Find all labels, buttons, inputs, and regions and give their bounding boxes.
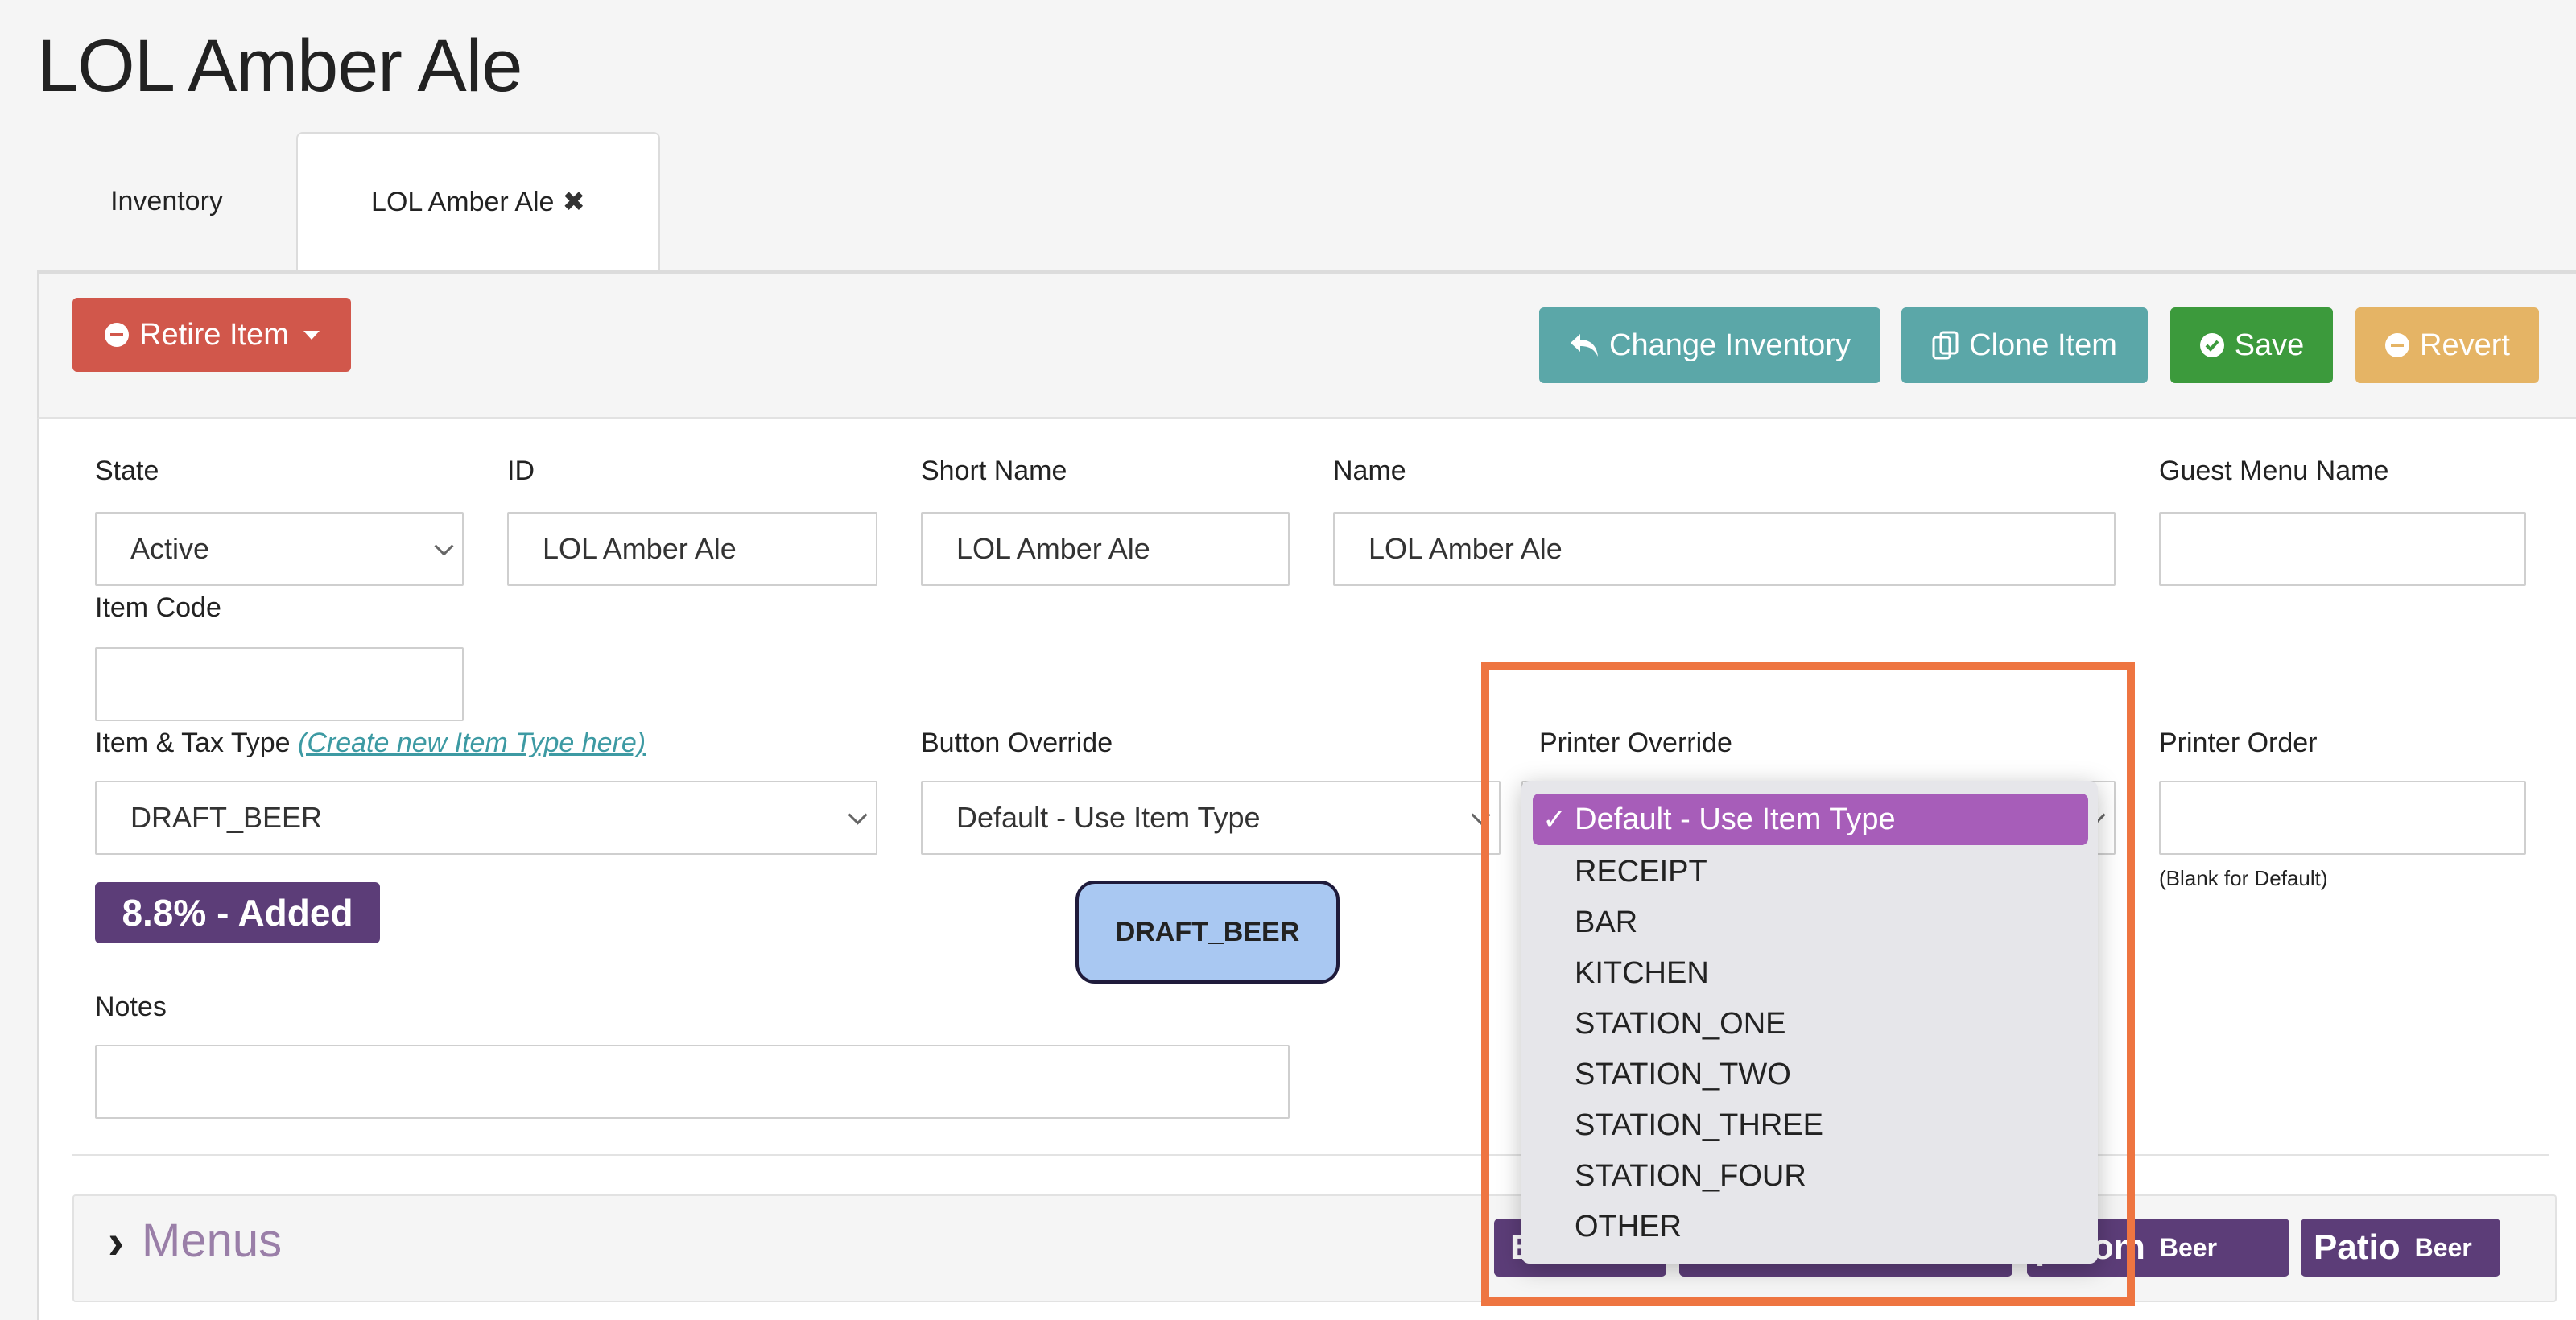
- item-tax-type-label-group: Item & Tax Type (Create new Item Type he…: [95, 728, 646, 759]
- state-select[interactable]: Active: [95, 512, 464, 586]
- minus-circle-icon: [2384, 332, 2410, 358]
- save-button[interactable]: Save: [2170, 307, 2333, 383]
- reply-arrow-icon: [1569, 332, 1600, 358]
- tab-item-detail-label: LOL Amber Ale: [371, 186, 555, 217]
- tab-inventory-label: Inventory: [110, 185, 223, 217]
- tax-badge: 8.8% - Added: [95, 882, 380, 943]
- revert-label: Revert: [2420, 328, 2510, 362]
- revert-button[interactable]: Revert: [2355, 307, 2539, 383]
- short-name-value: LOL Amber Ale: [956, 532, 1150, 565]
- item-code-label: Item Code: [95, 592, 221, 623]
- retire-item-label: Retire Item: [139, 317, 289, 352]
- minus-circle-icon: [104, 322, 130, 348]
- page-title: LOL Amber Ale: [37, 25, 522, 107]
- notes-field[interactable]: [95, 1045, 1290, 1119]
- retire-item-button[interactable]: Retire Item: [72, 298, 351, 372]
- printer-order-label: Printer Order: [2159, 728, 2318, 758]
- chevron-right-icon[interactable]: ›: [108, 1214, 124, 1269]
- clone-item-label: Clone Item: [1969, 328, 2117, 362]
- item-tax-type-label: Item & Tax Type: [95, 728, 291, 758]
- button-override-value: Default - Use Item Type: [956, 801, 1261, 834]
- button-preview: DRAFT_BEER: [1075, 881, 1340, 984]
- short-name-label: Short Name: [921, 456, 1067, 486]
- id-field[interactable]: LOL Amber Ale: [507, 512, 877, 586]
- tab-inventory[interactable]: Inventory: [37, 132, 296, 270]
- state-label: State: [95, 456, 159, 486]
- guest-menu-name-field[interactable]: [2159, 512, 2526, 586]
- button-override-label: Button Override: [921, 728, 1113, 758]
- annotation-highlight-box: [1481, 662, 2135, 1306]
- copy-icon: [1932, 331, 1959, 360]
- state-value: Active: [130, 532, 210, 565]
- menu-chip-type: Beer: [2159, 1232, 2218, 1262]
- name-field[interactable]: LOL Amber Ale: [1333, 512, 2116, 586]
- item-code-field[interactable]: [95, 647, 464, 721]
- close-icon[interactable]: ✖: [562, 186, 585, 218]
- item-tax-type-value: DRAFT_BEER: [130, 801, 323, 834]
- name-label: Name: [1333, 456, 1406, 486]
- id-value: LOL Amber Ale: [543, 532, 737, 565]
- tab-item-detail[interactable]: LOL Amber Ale ✖: [296, 132, 660, 270]
- menus-title[interactable]: Menus: [142, 1214, 282, 1268]
- button-override-select[interactable]: Default - Use Item Type: [921, 781, 1501, 855]
- section-divider: [72, 1154, 2549, 1156]
- menu-chip-name: Patio: [2314, 1227, 2401, 1267]
- change-inventory-button[interactable]: Change Inventory: [1539, 307, 1880, 383]
- printer-order-hint: (Blank for Default): [2159, 866, 2328, 890]
- create-item-type-link[interactable]: (Create new Item Type here): [298, 728, 646, 758]
- item-tax-type-select[interactable]: DRAFT_BEER: [95, 781, 877, 855]
- name-value: LOL Amber Ale: [1368, 532, 1563, 565]
- printer-order-field[interactable]: [2159, 781, 2526, 855]
- guest-menu-name-label: Guest Menu Name: [2159, 456, 2389, 486]
- save-label: Save: [2234, 328, 2305, 362]
- id-label: ID: [507, 456, 535, 486]
- short-name-field[interactable]: LOL Amber Ale: [921, 512, 1290, 586]
- chevron-down-icon: [303, 330, 320, 340]
- clone-item-button[interactable]: Clone Item: [1901, 307, 2148, 383]
- menu-chip-type: Beer: [2414, 1232, 2472, 1262]
- menu-chip[interactable]: Patio Beer: [2301, 1219, 2500, 1277]
- change-inventory-label: Change Inventory: [1609, 328, 1851, 362]
- check-circle-icon: [2199, 332, 2225, 358]
- notes-label: Notes: [95, 992, 167, 1022]
